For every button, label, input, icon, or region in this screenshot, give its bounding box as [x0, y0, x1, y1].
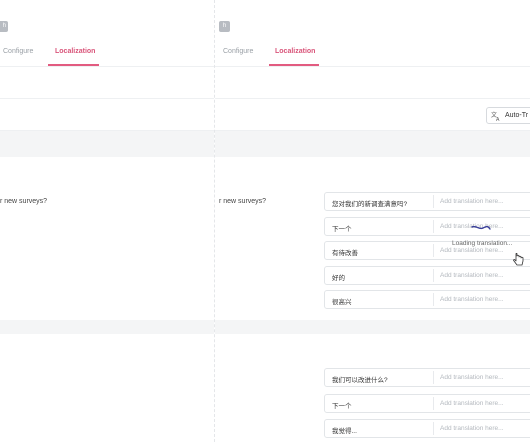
translation-input[interactable]: Add translation here...	[440, 198, 504, 205]
tab-localization[interactable]: Localization	[275, 48, 315, 55]
tab-localization[interactable]: Localization	[55, 48, 95, 55]
translation-input[interactable]: Add translation here...	[440, 374, 504, 381]
translation-row: 下一个 Add translation here...	[324, 394, 530, 413]
translate-icon: 文 A	[491, 111, 500, 121]
section-band	[215, 131, 530, 157]
tabs-divider	[0, 66, 214, 67]
row-divider	[433, 195, 434, 208]
row-divider	[433, 269, 434, 282]
row-divider	[433, 371, 434, 384]
translation-row: 很高兴 Add translation here...	[324, 290, 530, 309]
row-divider	[433, 422, 434, 435]
source-text: 很高兴	[332, 299, 352, 306]
hand-cursor-icon	[513, 253, 524, 266]
source-text: 好的	[332, 275, 345, 282]
toolbar-divider-top	[215, 98, 530, 99]
translation-input[interactable]: Add translation here...	[440, 400, 504, 407]
tab-configure[interactable]: Configure	[223, 48, 253, 55]
source-text: 有待改善	[332, 250, 358, 257]
section-band	[0, 131, 214, 157]
section-band-2	[215, 320, 530, 334]
project-tag: h	[219, 21, 230, 32]
source-text: 我觉得...	[332, 428, 357, 435]
translation-row: 我们可以改进什么? Add translation here...	[324, 368, 530, 387]
loading-translation-text: Loading translation...	[452, 240, 513, 247]
source-text: 您对我们的新调查满意吗?	[332, 201, 408, 208]
question-text: r new surveys?	[219, 198, 267, 205]
tab-configure[interactable]: Configure	[3, 48, 33, 55]
translation-row: 下一个 Add translation here...	[324, 217, 530, 236]
row-divider	[433, 220, 434, 233]
translation-row: 好的 Add translation here...	[324, 266, 530, 285]
svg-text:A: A	[496, 117, 500, 121]
toolbar-divider-top	[0, 98, 214, 99]
source-text: 我们可以改进什么?	[332, 377, 388, 384]
translation-row: 您对我们的新调查满意吗? Add translation here...	[324, 192, 530, 211]
row-divider	[433, 397, 434, 410]
project-tag: h	[0, 21, 8, 32]
question-text: r new surveys?	[0, 198, 48, 205]
section-band-2	[0, 320, 214, 334]
translation-row: 我觉得... Add translation here...	[324, 419, 530, 438]
source-text: 下一个	[332, 403, 352, 410]
translation-input[interactable]: Add translation here...	[440, 247, 504, 254]
row-divider	[433, 293, 434, 306]
translation-input[interactable]: Add translation here...	[440, 272, 504, 279]
translation-input[interactable]: Add translation here...	[440, 296, 504, 303]
auto-translate-button[interactable]: 文 A Auto-Tr	[486, 107, 530, 124]
left-panel: h Configure Localization r new surveys?	[0, 0, 214, 442]
row-divider	[433, 244, 434, 257]
loading-spinner-icon	[471, 225, 491, 230]
tabs-divider	[215, 66, 530, 67]
translation-input[interactable]: Add translation here...	[440, 425, 504, 432]
source-text: 下一个	[332, 226, 352, 233]
auto-translate-label: Auto-Tr	[505, 112, 529, 119]
